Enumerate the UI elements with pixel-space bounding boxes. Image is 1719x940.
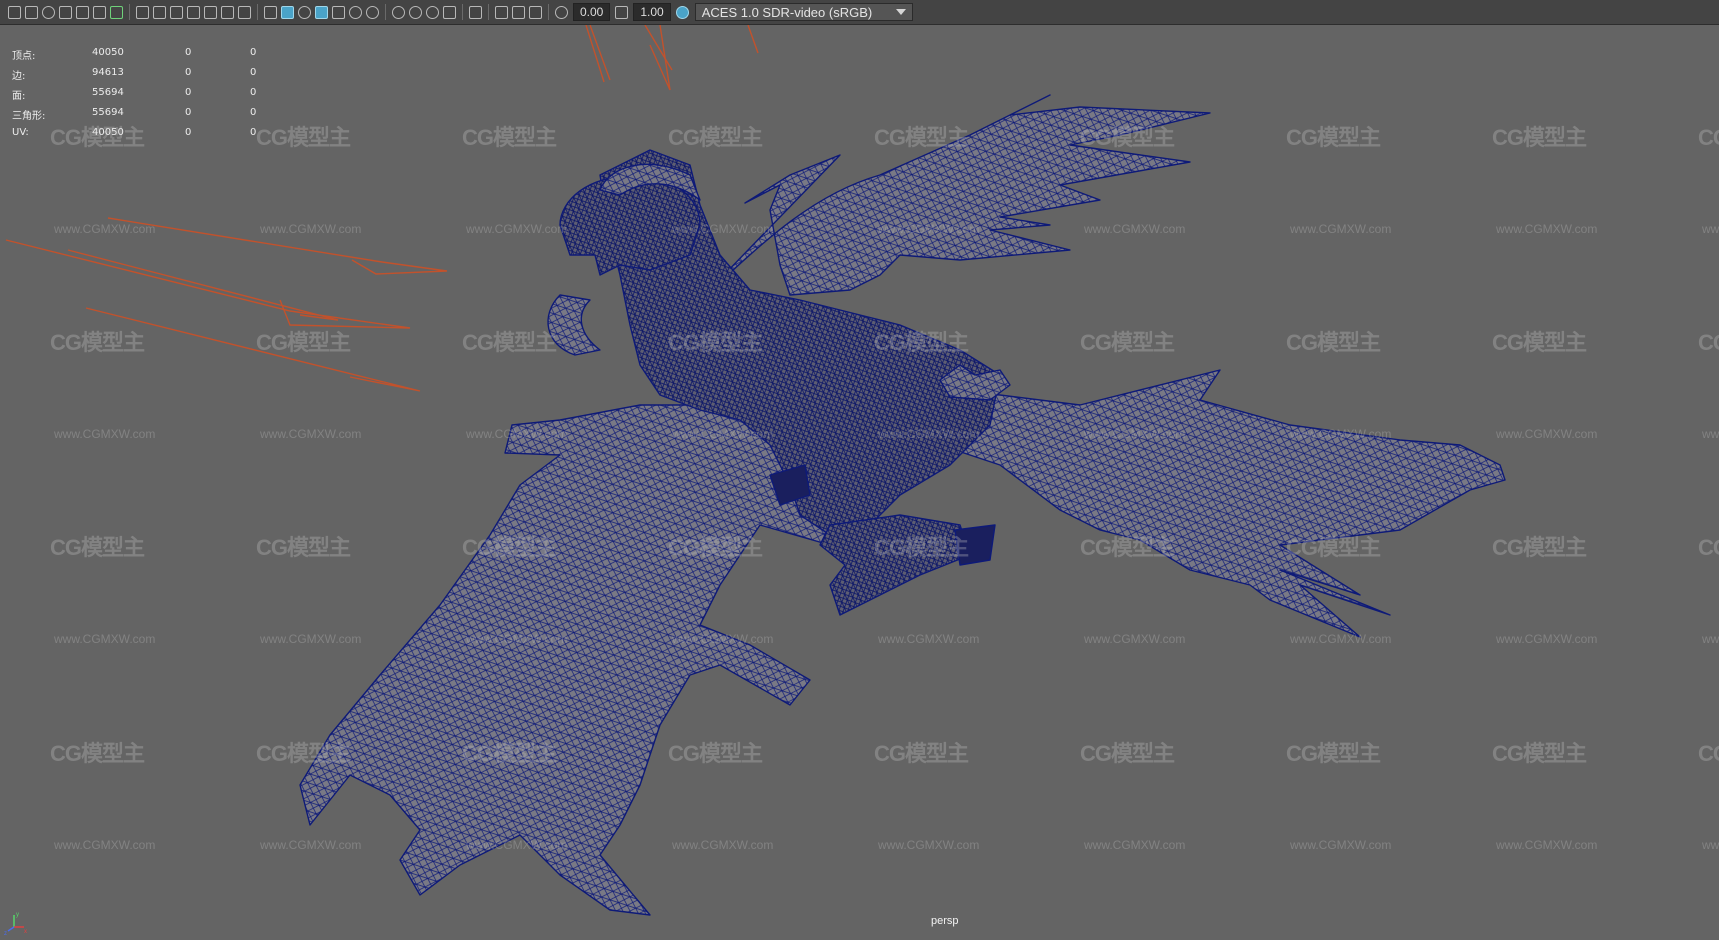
grease-pencil-icon[interactable] <box>110 5 123 19</box>
resolution-gate-icon[interactable] <box>170 5 183 19</box>
upper-wing <box>689 94 1211 311</box>
hud-label: 顶点: <box>12 51 36 62</box>
shadows-icon[interactable] <box>366 5 379 19</box>
hud-total: 40050 <box>92 127 124 138</box>
axis-z-label: z <box>4 931 7 935</box>
gate-mask-icon[interactable] <box>187 5 200 19</box>
poly-count-hud: 顶点: 40050 0 0 边: 94613 0 0 面: 55694 0 0 … <box>12 47 272 147</box>
move-icon[interactable] <box>76 5 89 19</box>
safe-title-icon[interactable] <box>238 5 251 19</box>
curve-1 <box>107 217 448 275</box>
use-all-lights-icon[interactable] <box>349 5 362 19</box>
film-gate-icon[interactable] <box>153 5 166 19</box>
hud-label: UV: <box>12 127 29 138</box>
hud-total: 40050 <box>92 47 124 58</box>
hud-component: 0 <box>250 67 257 78</box>
hud-component: 0 <box>250 47 257 58</box>
safe-action-icon[interactable] <box>221 5 234 19</box>
3d-viewport[interactable]: CG模型主CG模型主CG模型主CG模型主CG模型主www.CGMXW.comww… <box>0 25 1719 940</box>
toolbar-separator <box>129 4 130 20</box>
pan-icon[interactable] <box>93 5 106 19</box>
hud-label: 面: <box>12 91 26 102</box>
image-plane-icon[interactable] <box>59 5 72 19</box>
view-axis-gizmo: y x z <box>4 912 27 935</box>
curve-5 <box>585 25 611 83</box>
exposure-icon[interactable] <box>555 5 568 19</box>
default-material-icon[interactable] <box>298 5 311 19</box>
field-chart-icon[interactable] <box>204 5 217 19</box>
camera-attrs-icon[interactable] <box>25 5 38 19</box>
hud-row-triangles: 三角形: 55694 0 0 <box>12 107 272 127</box>
curve-7 <box>747 25 759 54</box>
chevron-down-icon[interactable] <box>895 9 906 15</box>
dragon-mesh[interactable] <box>299 94 1506 916</box>
hud-selected: 0 <box>185 87 192 98</box>
curve-3 <box>67 249 339 321</box>
color-space-label: ACES 1.0 SDR-video (sRGB) <box>701 4 873 20</box>
hud-component: 0 <box>250 107 257 118</box>
smooth-shade-icon[interactable] <box>281 5 294 19</box>
depth-of-field-icon[interactable] <box>443 5 456 19</box>
curve-6 <box>644 25 673 91</box>
camera-icon[interactable] <box>8 5 21 19</box>
toolbar-separator <box>257 4 258 20</box>
camera-name-label: persp <box>931 915 959 927</box>
hud-row-vertices: 顶点: 40050 0 0 <box>12 47 272 67</box>
textured-icon[interactable] <box>332 5 345 19</box>
hud-row-uvs: UV: 40050 0 0 <box>12 127 272 147</box>
hud-total: 55694 <box>92 87 124 98</box>
toolbar-separator <box>488 4 489 20</box>
hud-component: 0 <box>250 127 257 138</box>
horn-lower <box>547 294 601 356</box>
curve-2 <box>5 239 411 329</box>
wireframe-icon[interactable] <box>264 5 277 19</box>
xray-active-icon[interactable] <box>529 5 542 19</box>
curve-4 <box>85 307 421 392</box>
isolate-select-icon[interactable] <box>469 5 482 19</box>
hud-label: 三角形: <box>12 111 46 122</box>
toolbar-separator <box>462 4 463 20</box>
mesh-shadow-2 <box>954 524 996 566</box>
toolbar-separator <box>548 4 549 20</box>
motion-blur-icon[interactable] <box>409 5 422 19</box>
color-space-dropdown[interactable]: ACES 1.0 SDR-video (sRGB) <box>694 3 913 21</box>
xray-icon[interactable] <box>495 5 508 19</box>
hud-selected: 0 <box>185 67 192 78</box>
hud-label: 边: <box>12 71 26 82</box>
exposure-field[interactable]: 0.00 <box>573 3 611 21</box>
color-management-icon[interactable] <box>675 5 689 19</box>
hud-total: 55694 <box>92 107 124 118</box>
gamma-field[interactable]: 1.00 <box>633 3 671 21</box>
hud-component: 0 <box>250 87 257 98</box>
viewport-toolbar: 0.00 1.00 ACES 1.0 SDR-video (sRGB) <box>0 0 1719 25</box>
toolbar-separator <box>385 4 386 20</box>
scene-canvas[interactable] <box>0 25 1719 940</box>
anti-aliasing-icon[interactable] <box>426 5 439 19</box>
hud-total: 94613 <box>92 67 124 78</box>
grid-icon[interactable] <box>136 5 149 19</box>
bookmark-icon[interactable] <box>42 5 55 19</box>
xray-joints-icon[interactable] <box>512 5 525 19</box>
hud-selected: 0 <box>185 127 192 138</box>
gamma-icon[interactable] <box>615 5 629 19</box>
hud-row-faces: 面: 55694 0 0 <box>12 87 272 107</box>
hind-leg <box>819 514 971 616</box>
axis-y-label: y <box>16 912 19 918</box>
ambient-occlusion-icon[interactable] <box>392 5 405 19</box>
wireframe-on-shaded-icon[interactable] <box>315 5 328 19</box>
hud-row-edges: 边: 94613 0 0 <box>12 67 272 87</box>
hud-selected: 0 <box>185 107 192 118</box>
hud-selected: 0 <box>185 47 192 58</box>
axis-x-label: x <box>24 929 27 935</box>
